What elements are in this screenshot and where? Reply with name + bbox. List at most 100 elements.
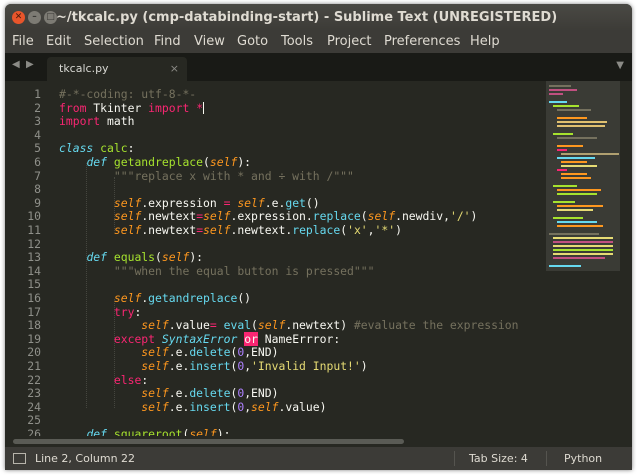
- code-token: .newtext: [141, 209, 197, 224]
- code-token: 'x': [347, 223, 368, 237]
- code-line[interactable]: self.newtext=self.expression.replace(sel…: [59, 209, 478, 224]
- code-line[interactable]: def squareroot(self):: [59, 427, 230, 436]
- menu-tools[interactable]: Tools: [281, 34, 313, 49]
- code-token: """replace x with * and ÷ with /""": [113, 168, 354, 183]
- menu-file[interactable]: File: [12, 34, 34, 49]
- tab-scroll-left-icon[interactable]: ◀: [12, 59, 20, 70]
- line-number: 10: [27, 209, 41, 224]
- line-number: 22: [27, 372, 41, 387]
- window-title: ~/tkcalc.py (cmp-databinding-start) - Su…: [56, 10, 558, 25]
- code-line[interactable]: """when the equal button is pressed""": [59, 264, 375, 279]
- line-number: 17: [27, 304, 41, 319]
- menu-edit[interactable]: Edit: [46, 34, 71, 49]
- close-window-button[interactable]: ✕: [12, 11, 25, 24]
- code-token: :: [134, 304, 142, 319]
- minimize-window-button[interactable]: –: [28, 11, 41, 24]
- code-token: .value): [278, 399, 327, 414]
- code-line[interactable]: except SyntaxError or NameErrror:: [59, 331, 341, 347]
- code-line[interactable]: from Tkinter import *: [59, 100, 205, 116]
- sublime-window: ✕ – □ ~/tkcalc.py (cmp-databinding-start…: [5, 4, 632, 470]
- code-line[interactable]: self.e.insert(0,'Invalid Input!'): [59, 359, 368, 374]
- code-token: '*': [374, 223, 396, 237]
- panel-toggle-icon[interactable]: [13, 453, 26, 464]
- code-line[interactable]: import math: [59, 114, 134, 129]
- horizontal-scrollbar-thumb[interactable]: [13, 439, 404, 444]
- editor-area[interactable]: 1 2 3 4 5 6 7 8 9 10 11 12 13 14 15 16 17 18 19 20 21 22 23 24 2…: [5, 81, 632, 436]
- code-line[interactable]: self.e.delete(0,END): [59, 386, 278, 401]
- code-line[interactable]: try:: [59, 304, 142, 320]
- code-line[interactable]: self.e.insert(0,self.value): [59, 399, 327, 415]
- code-token: getandreplace: [148, 291, 238, 305]
- code-token: ):: [189, 250, 204, 265]
- syntax-selector[interactable]: Python: [564, 452, 602, 465]
- tab-tkcalc[interactable]: tkcalc.py ×: [47, 57, 187, 81]
- code-line[interactable]: """replace x with * and ÷ with /""": [59, 168, 354, 184]
- line-number: 5: [34, 141, 41, 156]
- code-token: get: [285, 195, 306, 210]
- code-token: Tkinter: [86, 100, 149, 115]
- code-token: self: [161, 250, 190, 265]
- horizontal-scrollbar[interactable]: [5, 436, 632, 447]
- tab-close-icon[interactable]: ×: [170, 62, 179, 75]
- code-token: (: [360, 209, 368, 224]
- code-token: self: [209, 155, 238, 169]
- tab-size-selector[interactable]: Tab Size: 4: [469, 452, 528, 465]
- menu-goto[interactable]: Goto: [237, 34, 268, 49]
- status-divider: [454, 451, 455, 466]
- tab-list-dropdown-icon[interactable]: ▼: [616, 60, 624, 71]
- code-token: def: [86, 155, 108, 169]
- code-line[interactable]: #-*-coding: utf-8-*-: [59, 87, 196, 102]
- code-token: try: [113, 304, 135, 319]
- menu-project[interactable]: Project: [327, 34, 371, 49]
- code-token: import: [148, 100, 190, 115]
- code-line[interactable]: self.value= eval(self.newtext) #evaluate…: [59, 318, 518, 333]
- code-token: self: [203, 223, 231, 237]
- vertical-scrollbar[interactable]: [622, 81, 632, 436]
- code-line[interactable]: self.getandreplace(): [59, 291, 251, 306]
- menu-view[interactable]: View: [194, 34, 225, 49]
- text-cursor: [203, 101, 205, 114]
- code-token: ): [360, 359, 368, 373]
- code-token: 'Invalid Input!': [251, 359, 361, 373]
- line-number: 3: [34, 114, 41, 129]
- code-line[interactable]: self.expression = self.e.get(): [59, 195, 320, 211]
- line-number: 15: [27, 277, 41, 292]
- code-line[interactable]: def equals(self):: [59, 250, 204, 265]
- code-token: SyntaxError: [161, 331, 238, 346]
- code-line[interactable]: def getandreplace(self):: [59, 155, 251, 170]
- code-line[interactable]: class calc:: [59, 142, 134, 156]
- code-token: ,: [367, 223, 375, 237]
- code-view[interactable]: #-*-coding: utf-8-*- from Tkinter import …: [59, 81, 545, 436]
- code-token: self: [141, 359, 169, 373]
- line-number: 8: [34, 182, 41, 197]
- code-line[interactable]: self.e.delete(0,END): [59, 346, 278, 360]
- code-token: self: [141, 386, 169, 401]
- code-token: calc: [100, 141, 128, 156]
- code-token: def: [86, 427, 108, 436]
- menu-find[interactable]: Find: [154, 34, 181, 49]
- code-line[interactable]: self.newtext=self.newtext.replace('x','*…: [59, 223, 402, 238]
- menu-selection[interactable]: Selection: [84, 34, 144, 49]
- code-token: self: [141, 399, 169, 414]
- line-number: 26: [27, 427, 41, 436]
- code-token: .e.: [264, 195, 286, 210]
- code-line[interactable]: else:: [59, 373, 148, 388]
- tab-scroll-right-icon[interactable]: ▶: [26, 59, 34, 70]
- minimap[interactable]: [546, 81, 620, 436]
- code-token: replace: [312, 209, 361, 224]
- code-token: self: [141, 318, 169, 333]
- code-token: self: [237, 195, 265, 210]
- code-token: equals: [113, 250, 156, 265]
- menu-preferences[interactable]: Preferences: [384, 34, 460, 49]
- code-token: NameErrror:: [257, 331, 341, 346]
- menu-help[interactable]: Help: [470, 34, 500, 49]
